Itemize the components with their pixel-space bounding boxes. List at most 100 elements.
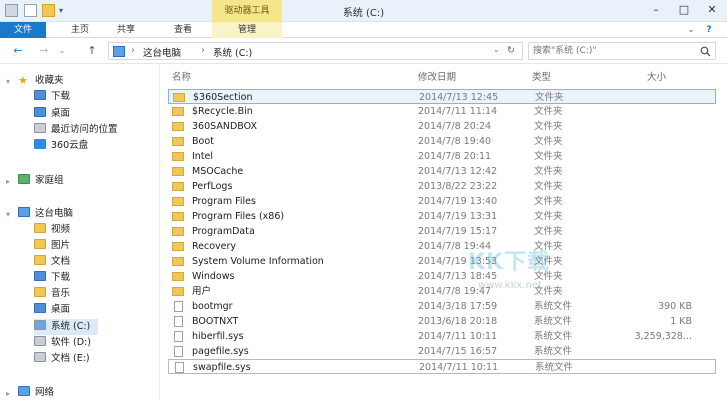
sidebar-item-label: 下载 [51,91,71,102]
sidebar-item-label: 最近访问的位置 [51,124,118,135]
folder-icon [172,107,184,116]
address-history-dropdown[interactable]: ⌄ [493,45,500,54]
column-header-date[interactable]: 修改日期 [418,69,456,83]
file-row[interactable]: hiberfil.sys 2014/7/11 10:11 系统文件 3,259,328… [168,329,716,344]
file-row[interactable]: $360Section 2014/7/13 12:45 文件夹 [168,89,716,104]
file-row[interactable]: BOOTNXT 2013/6/18 20:18 系统文件 1 KB [168,314,716,329]
collapse-chevron-icon[interactable]: ▾ [6,210,10,219]
sidebar-item-desktop[interactable]: 桌面 [34,106,70,122]
file-type: 文件夹 [534,136,563,147]
breadcrumb-separator-icon[interactable]: › [131,45,135,56]
file-name: MSOCache [192,166,244,177]
expand-chevron-icon[interactable]: ▸ [6,177,10,186]
tab-home[interactable]: 主页 [62,22,98,38]
sidebar-item-network[interactable]: 网络 [18,385,54,400]
sidebar-item-this-pc[interactable]: 这台电脑 [18,206,73,222]
search-icon[interactable] [700,46,711,57]
file-row[interactable]: MSOCache 2014/7/13 12:42 文件夹 [168,164,716,179]
sidebar-item-documents-e[interactable]: 文档 (E:) [34,351,90,367]
sidebar-item-software-d[interactable]: 软件 (D:) [34,335,91,351]
sidebar-item-music[interactable]: 音乐 [34,286,70,302]
column-header-name[interactable]: 名称 [172,69,191,83]
sidebar-item-pc-desktop[interactable]: 桌面 [34,302,70,318]
sidebar-item-homegroup[interactable]: 家庭组 [18,173,64,189]
title-bar: ▾ 驱动器工具 系统 (C:) – □ ✕ [0,0,727,22]
help-icon[interactable]: ? [702,22,716,38]
address-bar[interactable]: › 这台电脑 › 系统 (C:) ⌄ ↻ [108,42,523,60]
tab-manage[interactable]: 管理 [212,22,282,38]
music-folder-icon [34,287,46,297]
search-input[interactable] [533,44,693,58]
sidebar-item-label: 桌面 [51,304,71,315]
file-type: 文件夹 [534,121,563,132]
file-row[interactable]: Intel 2014/7/8 20:11 文件夹 [168,149,716,164]
file-type: 系统文件 [535,362,574,373]
back-button[interactable]: ← [10,43,26,59]
sidebar-item-system-c[interactable]: 系统 (C:) [34,319,99,335]
file-row[interactable]: Program Files (x86) 2014/7/19 13:31 文件夹 [168,209,716,224]
maximize-button[interactable]: □ [670,0,698,20]
file-row[interactable]: Recovery 2014/7/8 19:44 文件夹 [168,239,716,254]
column-header-size[interactable]: 大小 [647,69,666,83]
file-row[interactable]: Program Files 2014/7/19 13:40 文件夹 [168,194,716,209]
star-icon: ★ [18,74,28,87]
pictures-folder-icon [34,239,46,249]
download-folder-icon [34,271,46,281]
file-name: swapfile.sys [193,362,251,373]
sidebar-item-360-cloud[interactable]: 360云盘 [34,138,88,154]
file-row[interactable]: 360SANDBOX 2014/7/8 20:24 文件夹 [168,119,716,134]
file-date: 2014/7/11 10:11 [419,362,499,373]
breadcrumb-system-c[interactable]: 系统 (C:) [213,45,252,59]
file-name: Program Files [192,196,256,207]
file-row[interactable]: PerfLogs 2013/8/22 23:22 文件夹 [168,179,716,194]
sidebar-item-videos[interactable]: 视频 [34,222,70,238]
refresh-button[interactable]: ↻ [507,45,515,56]
sidebar-item-documents[interactable]: 文档 [34,254,70,270]
file-row[interactable]: pagefile.sys 2014/7/15 16:57 系统文件 [168,344,716,359]
file-type: 文件夹 [534,226,563,237]
minimize-button[interactable]: – [642,0,670,20]
file-date: 2014/7/19 15:17 [418,226,498,237]
file-date: 2014/7/15 16:57 [418,346,498,357]
file-name: ProgramData [192,226,255,237]
file-row[interactable]: Boot 2014/7/8 19:40 文件夹 [168,134,716,149]
folder-icon [172,137,184,146]
file-row[interactable]: bootmgr 2014/3/18 17:59 系统文件 390 KB [168,299,716,314]
folder-icon [172,152,184,161]
file-type: 系统文件 [534,301,573,312]
sidebar-item-favorites[interactable]: ★ 收藏夹 [18,73,64,89]
sidebar-item-downloads[interactable]: 下载 [34,89,70,105]
folder-icon [172,242,184,251]
file-row[interactable]: 用户 2014/7/8 19:47 文件夹 [168,284,716,299]
up-button[interactable]: ↑ [84,43,100,59]
file-row[interactable]: System Volume Information 2014/7/19 13:53… [168,254,716,269]
expand-chevron-icon[interactable]: ▸ [6,389,10,398]
recent-locations-dropdown[interactable]: ⌄ [56,43,68,59]
file-row[interactable]: swapfile.sys 2014/7/11 10:11 系统文件 [168,359,716,374]
sidebar-item-pictures[interactable]: 图片 [34,238,70,254]
file-row[interactable]: Windows 2014/7/13 18:45 文件夹 [168,269,716,284]
breadcrumb-this-pc[interactable]: 这台电脑 [143,45,181,59]
ribbon-expand-icon[interactable]: ⌄ [684,22,698,38]
download-folder-icon [34,90,46,100]
collapse-chevron-icon[interactable]: ▾ [6,77,10,86]
column-header-type[interactable]: 类型 [532,69,551,83]
file-type: 文件夹 [534,211,563,222]
tab-view[interactable]: 查看 [165,22,201,38]
file-name: System Volume Information [192,256,324,267]
forward-button[interactable]: → [36,43,52,59]
breadcrumb-separator-icon[interactable]: › [201,45,205,56]
recent-places-icon [34,123,46,133]
tab-share[interactable]: 共享 [108,22,144,38]
ribbon-tab-bar: 文件 主页 共享 查看 管理 ⌄ ? [0,22,727,38]
file-icon [175,362,184,373]
file-row[interactable]: $Recycle.Bin 2014/7/11 11:14 文件夹 [168,104,716,119]
file-row[interactable]: ProgramData 2014/7/19 15:17 文件夹 [168,224,716,239]
navigation-bar: ← → ⌄ ↑ › 这台电脑 › 系统 (C:) ⌄ ↻ [0,38,727,64]
sidebar-item-recent[interactable]: 最近访问的位置 [34,122,118,138]
close-button[interactable]: ✕ [698,0,726,20]
tab-file[interactable]: 文件 [0,22,46,38]
sidebar-item-pc-downloads[interactable]: 下载 [34,270,70,286]
file-icon [174,301,183,312]
search-box[interactable] [528,42,716,60]
